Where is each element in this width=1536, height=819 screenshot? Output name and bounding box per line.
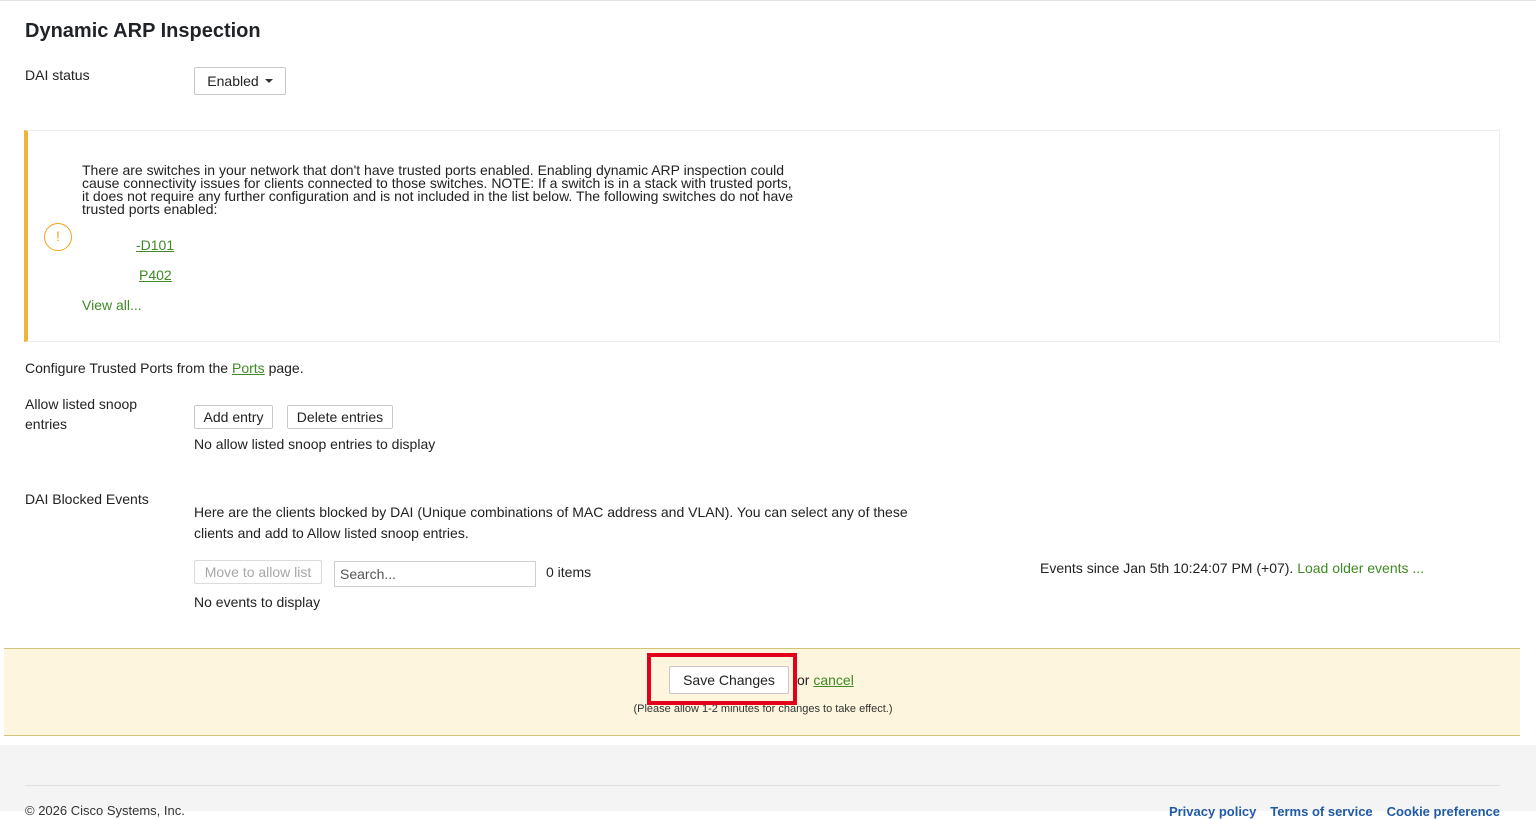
warning-message: There are switches in your network that … (82, 162, 794, 217)
footer-links: Privacy policy Terms of service Cookie p… (1150, 803, 1500, 819)
privacy-policy-link[interactable]: Privacy policy (1169, 804, 1256, 819)
trusted-ports-note: Configure Trusted Ports from the Ports p… (25, 358, 304, 378)
snoop-entries-label: Allow listed snoop entries (25, 396, 138, 432)
view-all-link[interactable]: View all... (82, 297, 142, 313)
add-entry-button[interactable]: Add entry (194, 405, 273, 429)
blocked-events-description: Here are the clients blocked by DAI (Uni… (194, 504, 908, 541)
footer-divider (25, 785, 1500, 786)
warning-panel: ! There are switches in your network tha… (24, 130, 1500, 342)
move-to-allow-list-button[interactable]: Move to allow list (194, 560, 322, 584)
footer: © 2026 Cisco Systems, Inc. Privacy polic… (0, 745, 1536, 819)
warning-icon: ! (44, 223, 72, 251)
terms-of-service-link[interactable]: Terms of service (1270, 804, 1372, 819)
items-count: 0 items (546, 564, 592, 580)
cookie-preference-link[interactable]: Cookie preference (1387, 804, 1500, 819)
events-range: Events since Jan 5th 10:24:07 PM (+07). … (1040, 558, 1424, 578)
or-text: or (797, 672, 810, 688)
caret-down-icon (264, 79, 273, 84)
highlight-box (647, 653, 797, 705)
events-empty-text: No events to display (194, 594, 321, 610)
top-divider (0, 0, 1536, 1)
blocked-events-label: DAI Blocked Events (25, 491, 149, 507)
snoop-empty-text: No allow listed snoop entries to display (194, 436, 436, 452)
search-input[interactable] (334, 561, 536, 587)
dai-status-dropdown[interactable]: Enabled (194, 67, 286, 95)
events-since-text: Events since Jan 5th 10:24:07 PM (+07). (1040, 560, 1294, 576)
save-or-cancel: or cancel (797, 670, 854, 690)
trusted-ports-prefix: Configure Trusted Ports from the (25, 360, 229, 376)
trusted-ports-suffix: page. (268, 360, 304, 376)
cancel-link[interactable]: cancel (813, 672, 853, 688)
delete-entries-button[interactable]: Delete entries (287, 405, 393, 429)
load-older-events-link[interactable]: Load older events ... (1297, 560, 1424, 576)
switch-link[interactable]: P402 (139, 267, 172, 283)
page-title: Dynamic ARP Inspection (25, 20, 261, 42)
dai-status-value: Enabled (207, 73, 259, 89)
dai-status-label: DAI status (25, 67, 90, 83)
switch-link[interactable]: -D101 (136, 237, 174, 253)
ports-page-link[interactable]: Ports (232, 360, 265, 376)
